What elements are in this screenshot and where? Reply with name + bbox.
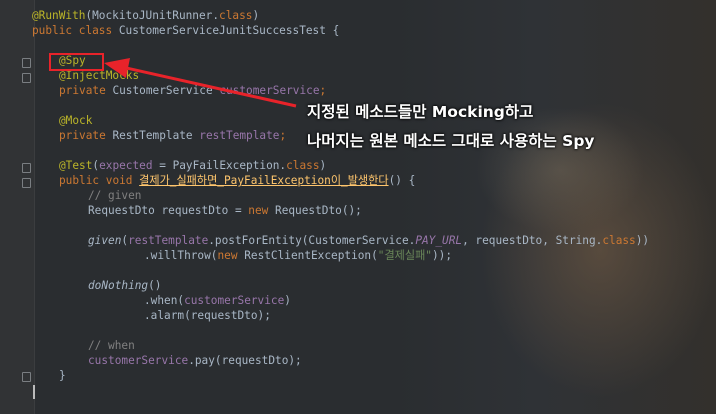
arrow-head bbox=[104, 58, 130, 78]
annotation-arrow bbox=[104, 58, 297, 108]
annotation-line-1: 지정된 메소드들만 Mocking하고 bbox=[307, 103, 534, 121]
annotation-line-2: 나머지는 원본 메소드 그대로 사용하는 Spy bbox=[307, 132, 595, 150]
arrow-shaft bbox=[121, 65, 297, 108]
